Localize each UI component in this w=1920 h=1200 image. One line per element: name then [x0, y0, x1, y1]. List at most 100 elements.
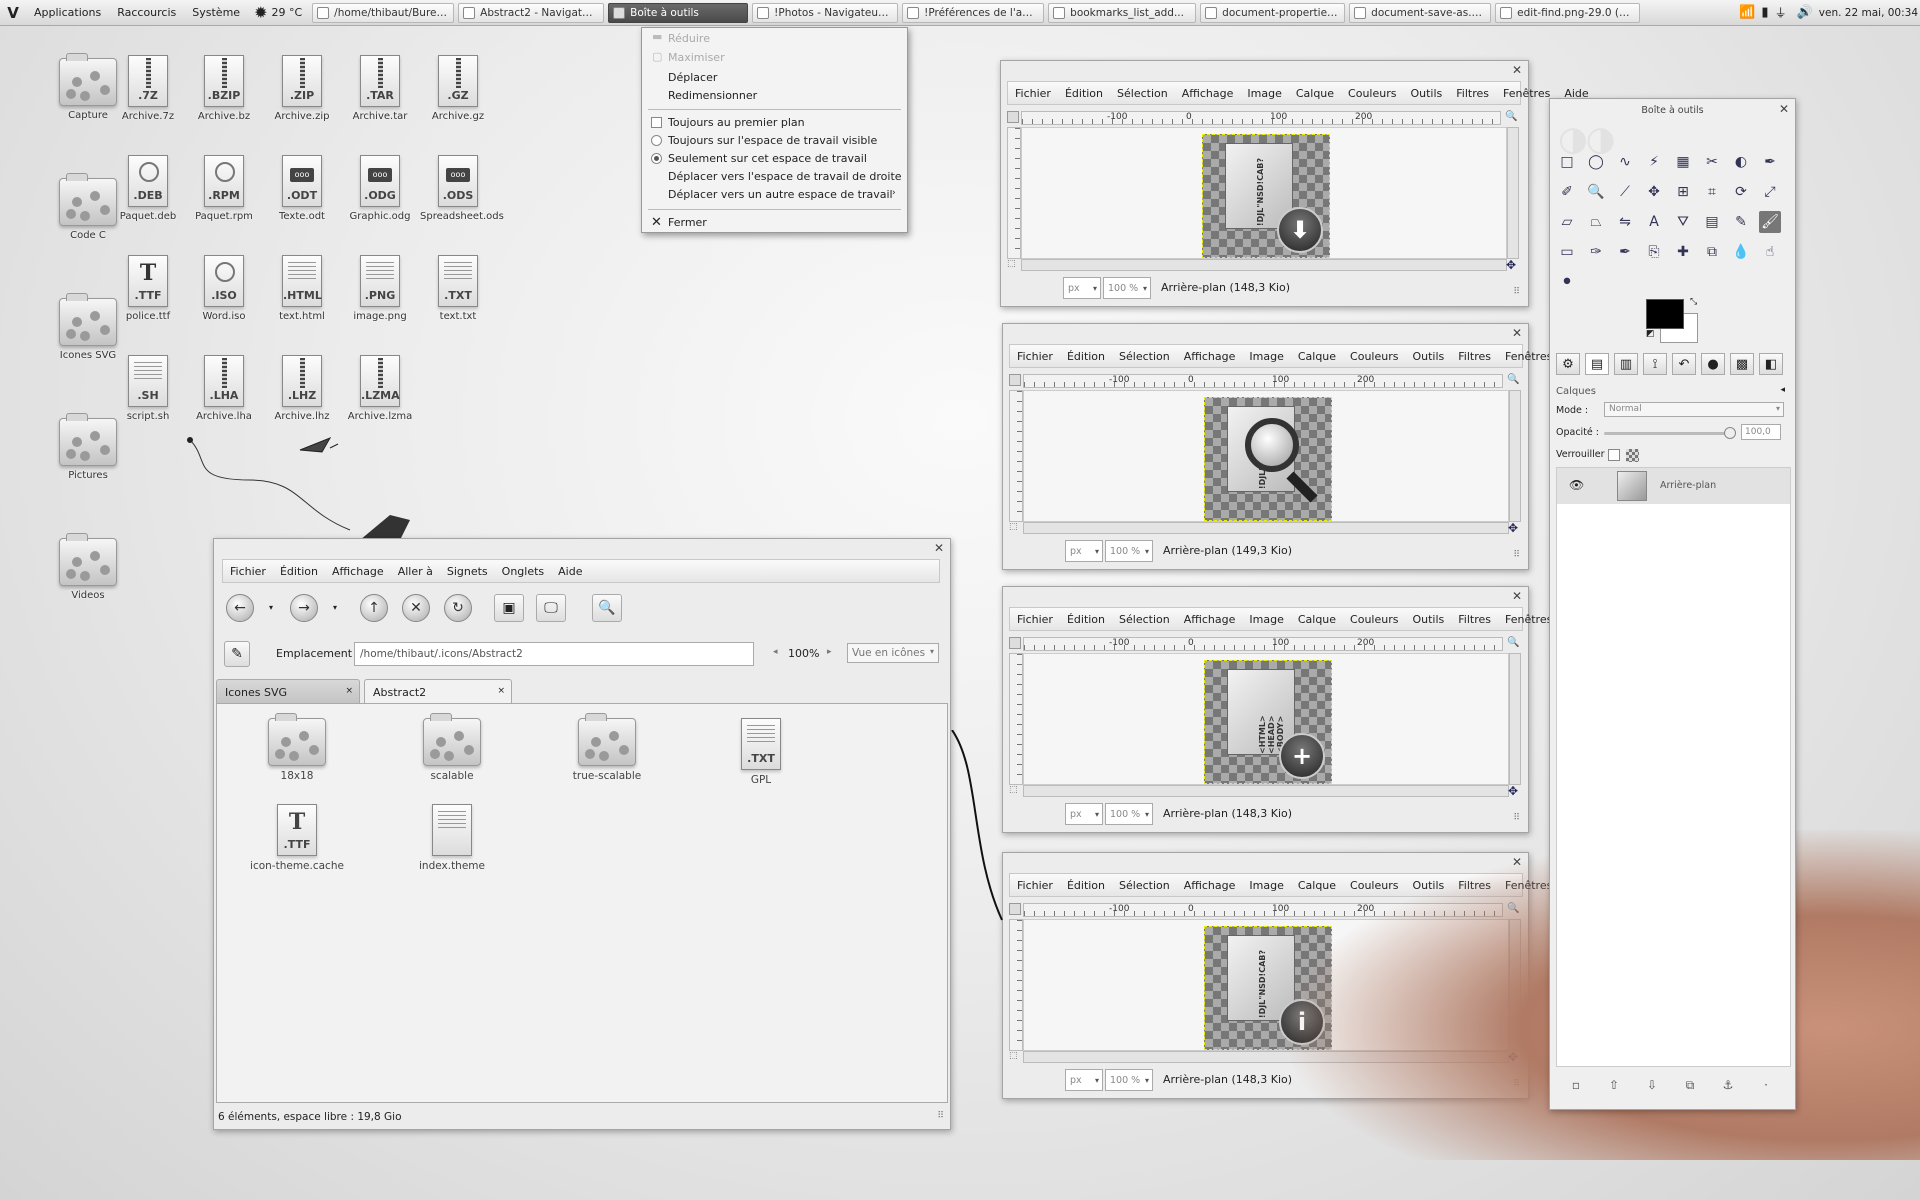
view-mode-select[interactable]: Vue en icônes ▾	[847, 643, 939, 663]
vertical-scrollbar[interactable]	[1507, 127, 1519, 259]
raise-layer-icon[interactable]: ⇧	[1604, 1075, 1624, 1095]
eye-visibility-icon[interactable]: 👁	[1569, 478, 1584, 492]
quick-mask-icon[interactable]: ⬚	[1009, 785, 1018, 795]
desktop-file[interactable]: .PNG image.png	[342, 255, 418, 322]
opacity-slider-handle[interactable]	[1724, 427, 1736, 439]
power-plug-icon[interactable]: ⏚	[1775, 4, 1787, 21]
menu-édition[interactable]: Édition	[273, 565, 325, 578]
patterns-icon[interactable]: ▩	[1730, 353, 1754, 375]
menu-édition[interactable]: Édition	[1060, 879, 1112, 892]
menu-item-maximize[interactable]: Maximiser	[668, 51, 725, 64]
menu-filtres[interactable]: Filtres	[1451, 613, 1498, 626]
blur-icon[interactable]: 💧	[1730, 241, 1752, 263]
undo-history-icon[interactable]: ↶	[1672, 353, 1696, 375]
computer-button[interactable]: 🖵	[536, 594, 566, 622]
desktop-file[interactable]: .LHZ Archive.lhz	[264, 355, 340, 422]
horizontal-scrollbar[interactable]	[1023, 522, 1509, 534]
up-button[interactable]: ↑	[360, 594, 388, 622]
desktop-file[interactable]: .SH script.sh	[110, 355, 186, 422]
color-select-icon[interactable]: ▦	[1672, 151, 1694, 173]
menu-affichage[interactable]: Affichage	[1177, 879, 1243, 892]
fuzzy-select-icon[interactable]: ⚡	[1643, 151, 1665, 173]
search-button[interactable]: 🔍	[592, 594, 622, 622]
back-button[interactable]: ←	[226, 594, 254, 622]
ruler-corner-button[interactable]	[1009, 637, 1021, 649]
file-item[interactable]: true-scalable	[557, 713, 657, 782]
desktop-file[interactable]: .LZMA Archive.lzma	[342, 355, 418, 422]
tab-abstract2[interactable]: Abstract2 ×	[364, 679, 512, 703]
vertical-scrollbar[interactable]	[1509, 653, 1521, 785]
desktop-folder[interactable]: Videos	[50, 533, 126, 601]
system-menu[interactable]: Système	[184, 6, 248, 19]
rotate-icon[interactable]: ⟳	[1730, 181, 1752, 203]
menu-item-move-right-workspace[interactable]: Déplacer vers l'espace de travail de dro…	[668, 170, 902, 183]
wifi-icon[interactable]: 📶	[1739, 5, 1755, 20]
menu-couleurs[interactable]: Couleurs	[1343, 613, 1405, 626]
applications-menu[interactable]: Applications	[26, 6, 109, 19]
menu-fichier[interactable]: Fichier	[1010, 350, 1060, 363]
menu-affichage[interactable]: Affichage	[325, 565, 391, 578]
quick-mask-icon[interactable]: ⬚	[1009, 522, 1018, 532]
desktop-file[interactable]: .ISO Word.iso	[186, 255, 262, 322]
menu-item-always-on-top[interactable]: Toujours au premier plan	[668, 116, 805, 129]
layer-row[interactable]: 👁 Arrière-plan	[1557, 468, 1790, 504]
tab-icones-svg[interactable]: Icones SVG ×	[216, 679, 360, 703]
menu-image[interactable]: Image	[1242, 613, 1290, 626]
menu-outils[interactable]: Outils	[1405, 613, 1451, 626]
resize-grip-icon[interactable]: ⠿	[1513, 550, 1520, 560]
menu-allerà[interactable]: Aller à	[391, 565, 440, 578]
desktop-file[interactable]: ooo .ODS Spreadsheet.ods	[420, 155, 504, 222]
menu-calque[interactable]: Calque	[1291, 613, 1343, 626]
horizontal-scrollbar[interactable]	[1021, 259, 1507, 271]
ruler-corner-button[interactable]	[1009, 374, 1021, 386]
menu-calque[interactable]: Calque	[1291, 350, 1343, 363]
menu-fichier[interactable]: Fichier	[1010, 879, 1060, 892]
stop-button[interactable]: ✕	[402, 594, 430, 622]
image-canvas[interactable]: !DJL"NSD!CAB?	[1023, 390, 1509, 522]
perspective-icon[interactable]: ⏢	[1585, 211, 1607, 233]
menu-filtres[interactable]: Filtres	[1449, 87, 1496, 100]
ink-icon[interactable]: ✒	[1614, 241, 1636, 263]
taskbar-button[interactable]: document-properties...	[1200, 2, 1346, 23]
delete-layer-icon[interactable]: ·	[1756, 1075, 1776, 1095]
new-layer-icon[interactable]: ▫	[1566, 1075, 1586, 1095]
duplicate-layer-icon[interactable]: ⧉	[1680, 1075, 1700, 1095]
resize-grip-icon[interactable]: ⠿	[1513, 813, 1520, 823]
quick-mask-icon[interactable]: ⬚	[1009, 1051, 1018, 1061]
volume-icon[interactable]: 🔊	[1797, 5, 1813, 20]
window-close-icon[interactable]: ✕	[1779, 102, 1789, 116]
unit-select[interactable]: px ▾	[1065, 803, 1103, 825]
taskbar-button[interactable]: Abstract2 - Navigateu...	[458, 2, 605, 23]
desktop-file[interactable]: .TXT text.txt	[420, 255, 496, 322]
rect-select-icon[interactable]: □	[1556, 151, 1578, 173]
scissors-icon[interactable]: ✂	[1701, 151, 1723, 173]
unit-select[interactable]: px ▾	[1065, 540, 1103, 562]
tool-options-icon[interactable]: ⚙	[1556, 353, 1580, 375]
menu-item-resize[interactable]: Redimensionner	[668, 89, 757, 102]
battery-icon[interactable]: ▮	[1761, 5, 1768, 20]
zoom-to-fit-icon[interactable]: 🔍	[1507, 637, 1519, 648]
always-visible-workspace-radio[interactable]	[651, 135, 662, 146]
vertical-scrollbar[interactable]	[1509, 390, 1521, 522]
menu-image[interactable]: Image	[1242, 879, 1290, 892]
bucket-fill-icon[interactable]: ⛛	[1672, 211, 1694, 233]
menu-couleurs[interactable]: Couleurs	[1341, 87, 1403, 100]
taskbar-button[interactable]: /home/thibaut/Burea...	[312, 2, 455, 23]
taskbar-button[interactable]: bookmarks_list_add...	[1048, 2, 1197, 23]
file-item[interactable]: .TXT GPL	[711, 718, 811, 786]
file-item[interactable]: scalable	[402, 713, 502, 782]
desktop-file[interactable]: .ZIP Archive.zip	[264, 55, 340, 122]
resize-grip-icon[interactable]: ⠿	[937, 1111, 944, 1121]
desktop-file[interactable]: .BZIP Archive.bz	[186, 55, 262, 122]
eraser-icon[interactable]: ▭	[1556, 241, 1578, 263]
shear-icon[interactable]: ▱	[1556, 211, 1578, 233]
desktop-file[interactable]: ooo .ODG Graphic.odg	[342, 155, 418, 222]
home-button[interactable]: ▣	[494, 594, 524, 622]
menu-onglets[interactable]: Onglets	[495, 565, 551, 578]
zoom-icon[interactable]: 🔍	[1585, 181, 1607, 203]
window-close-icon[interactable]: ✕	[934, 541, 944, 555]
flip-icon[interactable]: ⇋	[1614, 211, 1636, 233]
smudge-icon[interactable]: ☝	[1759, 241, 1781, 263]
navigate-icon[interactable]: ✥	[1508, 521, 1518, 535]
zoom-in-icon[interactable]: ▸	[827, 647, 832, 657]
